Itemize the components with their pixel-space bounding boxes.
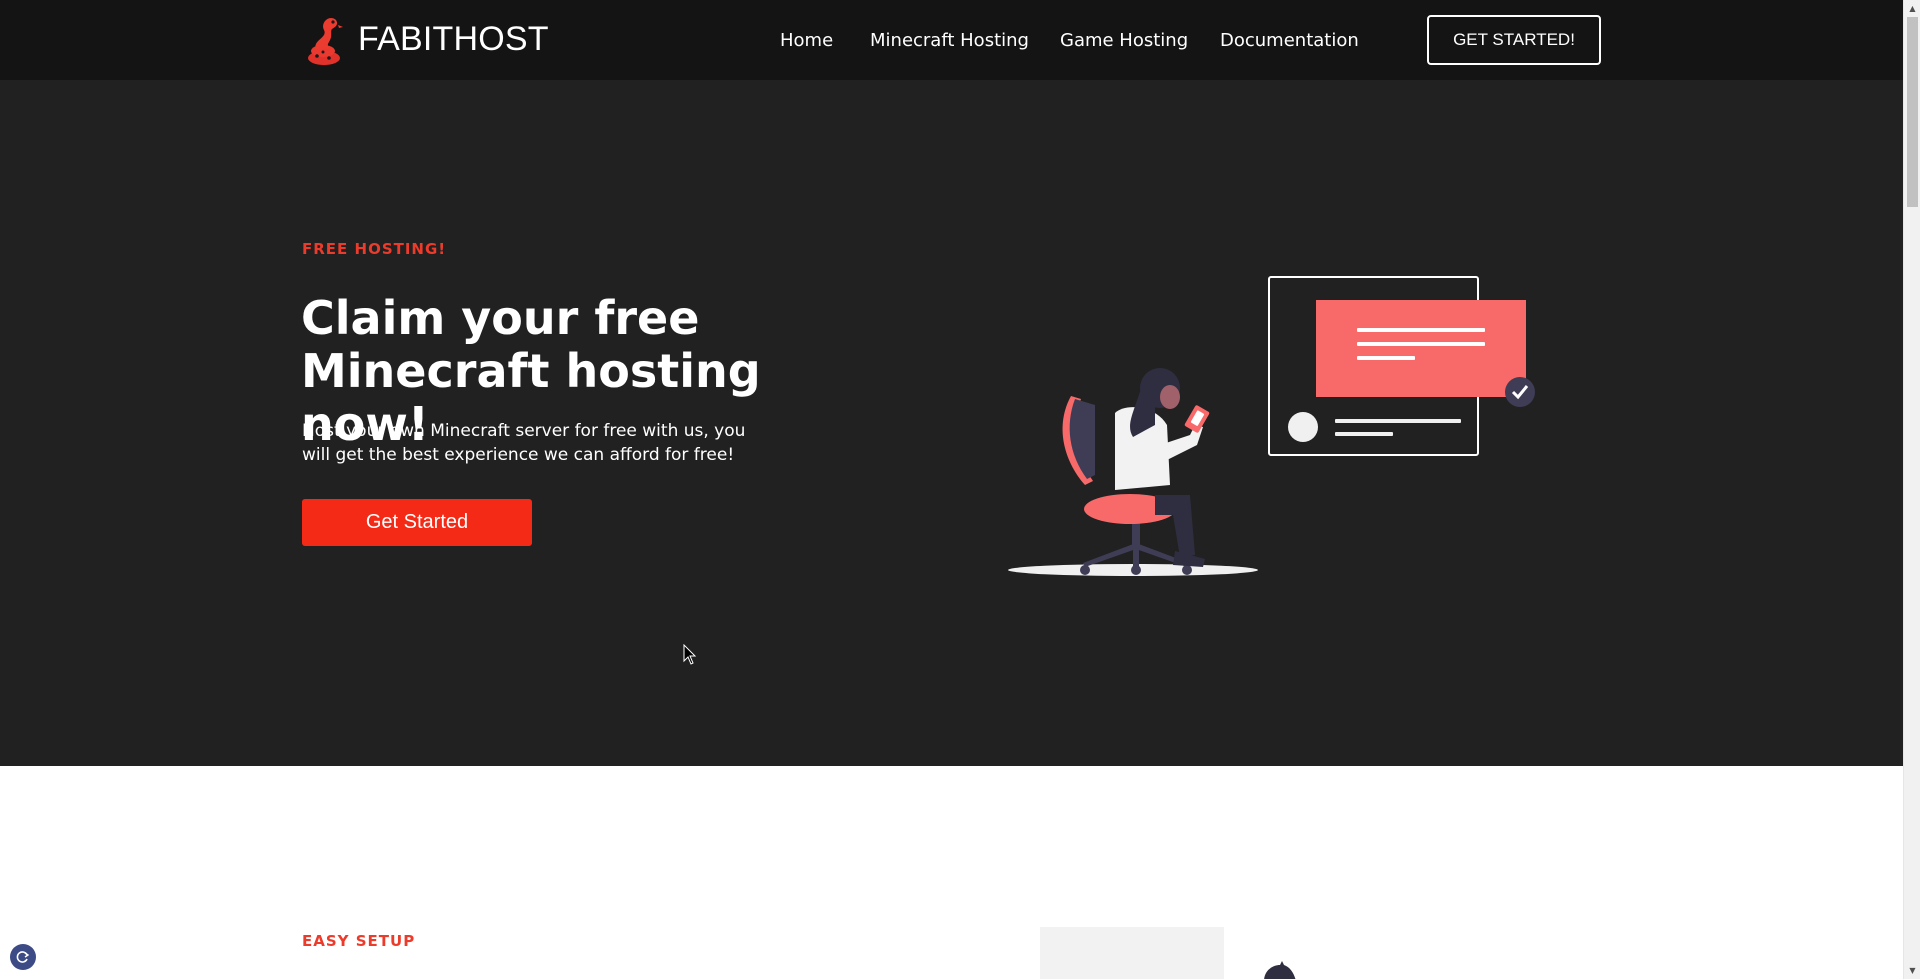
nav-link-game-hosting[interactable]: Game Hosting xyxy=(1060,30,1188,51)
floating-refresh-widget[interactable] xyxy=(10,944,36,970)
setup-illustration-card xyxy=(1040,927,1224,979)
hero-description: Host your own Minecraft server for free … xyxy=(302,421,746,465)
page-scrollbar[interactable]: ▲ ▼ xyxy=(1903,0,1920,979)
brand-logo-link[interactable]: FABITHOST xyxy=(302,12,549,66)
scrollbar-thumb[interactable] xyxy=(1907,17,1918,207)
scroll-down-arrow-icon[interactable]: ▼ xyxy=(1904,962,1920,979)
mouse-cursor-icon xyxy=(683,644,697,665)
nav-link-documentation[interactable]: Documentation xyxy=(1220,30,1359,51)
top-navbar: FABITHOST Home Minecraft Hosting Game Ho… xyxy=(0,0,1903,80)
snake-logo-icon xyxy=(308,18,343,65)
get-started-nav-button[interactable]: GET STARTED! xyxy=(1427,15,1601,65)
scroll-up-arrow-icon[interactable]: ▲ xyxy=(1904,0,1920,17)
nav-link-minecraft-hosting[interactable]: Minecraft Hosting xyxy=(870,30,1029,51)
person-on-chair-illustration xyxy=(1008,276,1535,576)
setup-illustration-figure xyxy=(1264,961,1296,979)
hero-eyebrow: FREE HOSTING! xyxy=(302,240,447,258)
hero-section: FREE HOSTING! Claim your free Minecraft … xyxy=(0,80,1903,766)
refresh-icon xyxy=(16,951,30,963)
brand-name: FABITHOST xyxy=(358,19,549,58)
easy-setup-section: EASY SETUP xyxy=(0,766,1903,979)
get-started-hero-button[interactable]: Get Started xyxy=(302,499,532,546)
nav-link-home[interactable]: Home xyxy=(780,30,833,51)
page: FABITHOST Home Minecraft Hosting Game Ho… xyxy=(0,0,1903,979)
easy-setup-eyebrow: EASY SETUP xyxy=(302,932,416,950)
